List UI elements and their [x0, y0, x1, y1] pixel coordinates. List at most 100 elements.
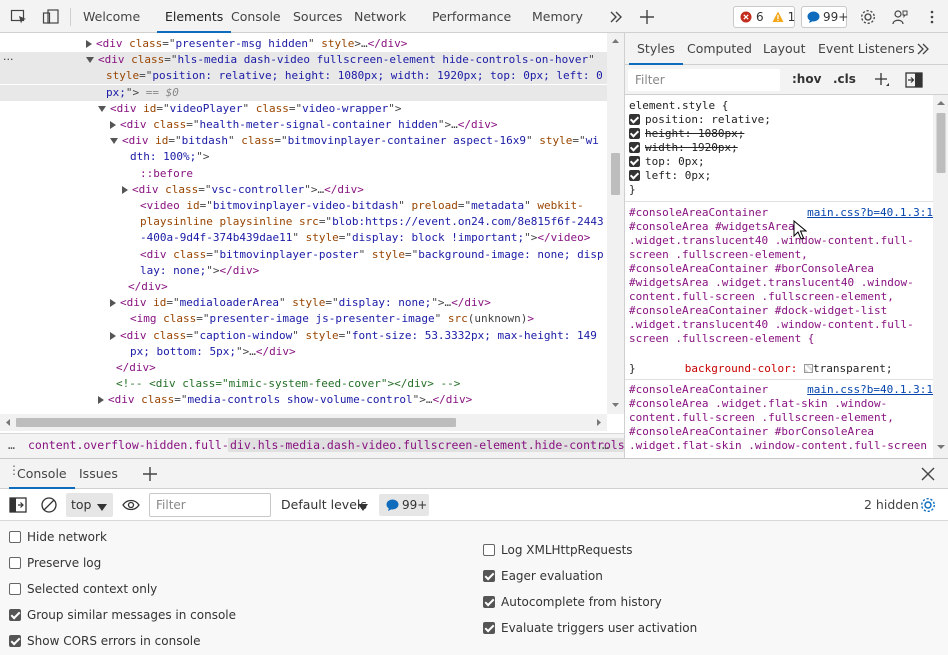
tab-console[interactable]: Console [231, 0, 281, 33]
tab-welcome[interactable]: Welcome [83, 0, 140, 33]
context-selector[interactable]: top [66, 493, 113, 517]
dom-node-line[interactable]: <!-- <div class="mimic-system-feed-cover… [0, 376, 607, 392]
setting-checkbox[interactable] [9, 583, 21, 595]
dom-node-line[interactable]: <div class="media-controls show-volume-c… [0, 392, 607, 408]
dom-node-line[interactable]: <video id="bitmovinplayer-video-bitdash"… [0, 198, 607, 214]
style-declaration[interactable]: top: 0px; [629, 155, 705, 169]
console-setting-option[interactable]: Show CORS errors in console [9, 633, 201, 649]
style-declaration[interactable]: position: relative; [629, 113, 771, 127]
style-declaration[interactable]: height: 1080px; [629, 127, 744, 141]
breadcrumb-more-right[interactable]: … [602, 438, 609, 452]
more-options-icon[interactable] [924, 8, 940, 26]
styles-filter-input[interactable] [628, 69, 780, 91]
style-declaration[interactable]: width: 1920px; [629, 141, 738, 155]
dom-node-line[interactable]: px;"> == $0 [0, 84, 607, 101]
declaration-checkbox[interactable] [629, 170, 640, 181]
setting-checkbox[interactable] [483, 622, 495, 634]
tab-elements[interactable]: Elements [156, 0, 232, 33]
close-drawer-icon[interactable] [919, 465, 937, 486]
dom-node-line[interactable]: dth: 100%;"> [0, 149, 607, 165]
device-emulation-icon[interactable] [42, 8, 60, 26]
setting-checkbox[interactable] [483, 544, 495, 556]
drawer-tab-issues[interactable]: Issues [79, 459, 118, 489]
drawer-tab-console[interactable]: Console [9, 459, 75, 489]
breadcrumb-item-current[interactable]: div.hls-media.dash-video.fullscreen-elem… [228, 438, 624, 452]
toggle-hover-state-button[interactable]: :hov [792, 72, 821, 86]
clear-console-icon[interactable] [40, 496, 58, 517]
rule1-source-link[interactable]: main.css?b=40.1.3:1 [807, 206, 933, 219]
console-setting-option[interactable]: Evaluate triggers user activation [483, 620, 697, 636]
style-declaration[interactable]: left: 0px; [629, 169, 711, 183]
expand-triangle-icon[interactable] [110, 299, 116, 308]
dom-node-line[interactable]: <div class="presenter-msg hidden" style>… [0, 36, 607, 52]
live-expression-eye-icon[interactable] [121, 496, 141, 517]
declaration-checkbox[interactable] [629, 142, 640, 153]
dom-node-line[interactable]: style="position: relative; height: 1080p… [0, 68, 607, 85]
declaration-checkbox[interactable] [629, 114, 640, 125]
expand-triangle-icon[interactable] [110, 121, 116, 129]
messages-counter[interactable]: 99+ [801, 6, 848, 28]
tab-network[interactable]: Network [354, 0, 406, 33]
tab-event-listeners[interactable]: Event Listeners [818, 33, 915, 65]
console-setting-option[interactable]: Group similar messages in console [9, 607, 236, 623]
rule2-source-link[interactable]: main.css?b=40.1.3:1 [807, 383, 933, 396]
dom-node-line[interactable]: <div class="health-meter-signal-containe… [0, 117, 607, 133]
dom-node-line[interactable]: px; bottom: 5px;">…</div> [0, 344, 607, 360]
more-sidebar-tabs-chevron-icon[interactable] [916, 41, 930, 60]
add-tab-plus-icon[interactable] [638, 8, 656, 26]
setting-checkbox[interactable] [9, 557, 21, 569]
settings-gear-icon[interactable] [859, 8, 877, 26]
declaration-checkbox[interactable] [629, 156, 640, 167]
expand-triangle-icon[interactable] [98, 396, 104, 405]
dom-node-line[interactable]: <div class="vsc-controller">…</div> [0, 182, 607, 198]
dom-node-line[interactable]: playsinline playsinline src="blob:https:… [0, 214, 607, 230]
setting-checkbox[interactable] [9, 609, 21, 621]
show-console-sidebar-icon[interactable] [9, 497, 27, 516]
expand-triangle-icon[interactable] [122, 185, 128, 194]
toggle-computed-sidebar-icon[interactable] [905, 72, 923, 91]
console-setting-option[interactable]: Hide network [9, 529, 107, 545]
styles-vertical-scrollbar[interactable] [933, 95, 948, 458]
dom-node-line[interactable]: ::before [0, 166, 607, 182]
tab-layout[interactable]: Layout [763, 33, 806, 65]
console-filter-input[interactable] [149, 493, 271, 517]
toggle-classes-button[interactable]: .cls [833, 72, 856, 86]
new-style-rule-plus-icon[interactable] [873, 71, 891, 92]
collapse-triangle-icon[interactable] [86, 57, 94, 64]
collapse-triangle-icon[interactable] [110, 138, 118, 145]
tab-memory[interactable]: Memory [532, 0, 583, 33]
collapse-triangle-icon[interactable] [98, 105, 106, 112]
setting-checkbox[interactable] [9, 531, 21, 543]
dom-node-line[interactable]: -400a-9d4f-374b439dae11" style="display:… [0, 230, 607, 246]
tab-sources[interactable]: Sources [293, 0, 342, 33]
declaration-checkbox[interactable] [629, 128, 640, 139]
console-setting-option[interactable]: Autocomplete from history [483, 594, 662, 610]
dom-node-line[interactable]: <div class="bitmovinplayer-poster" style… [0, 247, 607, 263]
console-setting-option[interactable]: Eager evaluation [483, 568, 603, 584]
dom-node-line[interactable]: <div id="bitdash" class="bitmovinplayer-… [0, 133, 607, 149]
dom-node-line[interactable]: </div> [0, 279, 607, 295]
user-feedback-icon[interactable] [891, 8, 909, 26]
drawer-add-tab-plus-icon[interactable] [141, 465, 159, 486]
console-messages-counter[interactable]: 99+ [379, 494, 429, 516]
node-actions-dots[interactable]: ··· [3, 53, 14, 66]
tab-performance[interactable]: Performance [432, 0, 511, 33]
dom-node-line[interactable]: </div> [0, 360, 607, 376]
dom-tree[interactable]: <div class="presenter-msg hidden" style>… [0, 33, 607, 414]
expand-triangle-icon[interactable] [110, 331, 116, 340]
dom-node-line[interactable]: <div id="videoPlayer" class="video-wrapp… [0, 101, 607, 117]
setting-checkbox[interactable] [483, 570, 495, 582]
issues-counter[interactable]: 6 1 [733, 6, 795, 28]
dom-tree-vertical-scrollbar[interactable] [607, 33, 624, 414]
more-tabs-chevron-icon[interactable] [607, 8, 625, 26]
dom-node-line[interactable]: <div id="medialoaderArea" style="display… [0, 295, 607, 311]
expand-triangle-icon[interactable] [86, 40, 92, 48]
inspect-element-icon[interactable] [10, 8, 28, 26]
dom-tree-horizontal-scrollbar[interactable] [0, 414, 607, 431]
console-setting-option[interactable]: Selected context only [9, 581, 157, 597]
styles-rules[interactable]: element.style { position: relative; heigh… [625, 95, 933, 458]
log-levels-dropdown[interactable]: Default levels [281, 497, 367, 512]
console-setting-option[interactable]: Log XMLHttpRequests [483, 542, 633, 558]
tab-computed[interactable]: Computed [687, 33, 752, 65]
tab-styles[interactable]: Styles [629, 33, 683, 65]
